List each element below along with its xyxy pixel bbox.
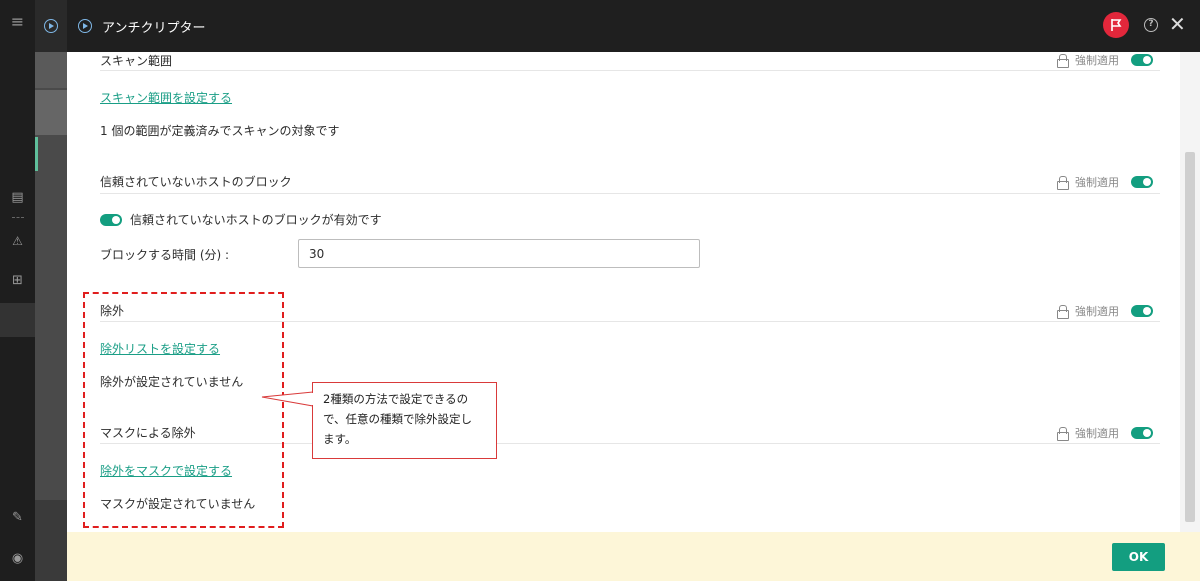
- secondary-nav-footer: [35, 500, 67, 581]
- secondary-nav-active-indicator: [35, 137, 38, 171]
- lock-icon: [1057, 427, 1069, 441]
- scan-scope-title: スキャン範囲: [100, 54, 173, 68]
- hamburger-menu-icon[interactable]: ≡: [0, 12, 35, 31]
- exclusions-enforce-toggle[interactable]: [1131, 305, 1153, 317]
- enforce-label: 強制適用: [1075, 54, 1119, 67]
- secondary-nav-column: [35, 0, 67, 581]
- lock-icon: [1057, 305, 1069, 319]
- callout-line: 2種類の方法で設定できるの: [323, 392, 469, 406]
- warning-icon[interactable]: ⚠: [0, 234, 35, 248]
- ok-button[interactable]: OK: [1112, 543, 1165, 571]
- block-hosts-toggle[interactable]: [100, 213, 122, 226]
- dashboard-icon[interactable]: ▤: [0, 190, 35, 205]
- enforce-label: 強制適用: [1075, 427, 1119, 440]
- rail-divider: [12, 217, 24, 218]
- section-divider: [100, 193, 1160, 194]
- callout-tail-mask: [312, 393, 315, 405]
- block-duration-input[interactable]: 30: [298, 239, 700, 268]
- scan-scope-enforce-toggle[interactable]: [1131, 54, 1153, 66]
- dialog-title: アンチクリプター: [102, 21, 206, 36]
- scan-scope-enforce: 強制適用: [1057, 52, 1153, 68]
- callout-line: ます。: [323, 432, 357, 446]
- lock-icon: [1057, 54, 1069, 68]
- close-icon[interactable]: ✕: [1169, 12, 1186, 36]
- block-duration-label: ブロックする時間 (分) :: [100, 248, 230, 262]
- wrench-icon[interactable]: ✎: [0, 510, 35, 525]
- enforce-label: 強制適用: [1075, 176, 1119, 189]
- play-circle-icon[interactable]: [44, 19, 58, 33]
- exclusions-enforce: 強制適用: [1057, 303, 1153, 319]
- mask-exclusions-enforce: 強制適用: [1057, 425, 1153, 441]
- left-nav-rail: ≡ ▤ ⚠ ⊞ ✎ ◉: [0, 0, 35, 581]
- block-hosts-enforce-toggle[interactable]: [1131, 176, 1153, 188]
- enforce-label: 強制適用: [1075, 305, 1119, 318]
- hierarchy-icon[interactable]: ⊞: [0, 273, 35, 288]
- notification-flag-button[interactable]: [1103, 12, 1129, 38]
- user-icon[interactable]: ◉: [0, 551, 35, 566]
- scrollbar-thumb[interactable]: [1185, 152, 1195, 522]
- configure-scan-scope-link[interactable]: スキャン範囲を設定する: [100, 89, 232, 106]
- block-hosts-toggle-label: 信頼されていないホストのブロックが有効です: [130, 213, 382, 227]
- content-scrollbar[interactable]: [1180, 52, 1200, 532]
- play-circle-icon: [78, 19, 92, 33]
- dialog-footer: OK: [67, 532, 1200, 581]
- block-hosts-toggle-row: 信頼されていないホストのブロックが有効です: [100, 211, 382, 228]
- block-hosts-enforce: 強制適用: [1057, 174, 1153, 190]
- callout-line: で、任意の種類で除外設定し: [323, 412, 473, 426]
- rail-active-item[interactable]: [0, 303, 35, 337]
- annotation-dashed-box: [83, 292, 284, 528]
- help-icon[interactable]: ?: [1144, 18, 1158, 32]
- secondary-nav-header: [35, 0, 67, 52]
- lock-icon: [1057, 176, 1069, 190]
- annotation-callout: 2種類の方法で設定できるの で、任意の種類で除外設定し ます。: [312, 382, 497, 459]
- section-divider: [100, 70, 1160, 71]
- block-hosts-title: 信頼されていないホストのブロック: [100, 175, 292, 189]
- scan-scope-status: 1 個の範囲が定義済みでスキャンの対象です: [100, 124, 340, 138]
- mask-exclusions-enforce-toggle[interactable]: [1131, 427, 1153, 439]
- secondary-nav-item[interactable]: [35, 52, 67, 88]
- flag-icon: [1111, 19, 1122, 31]
- secondary-nav-item[interactable]: [35, 90, 67, 135]
- dialog-header: アンチクリプター ? ✕: [67, 0, 1200, 52]
